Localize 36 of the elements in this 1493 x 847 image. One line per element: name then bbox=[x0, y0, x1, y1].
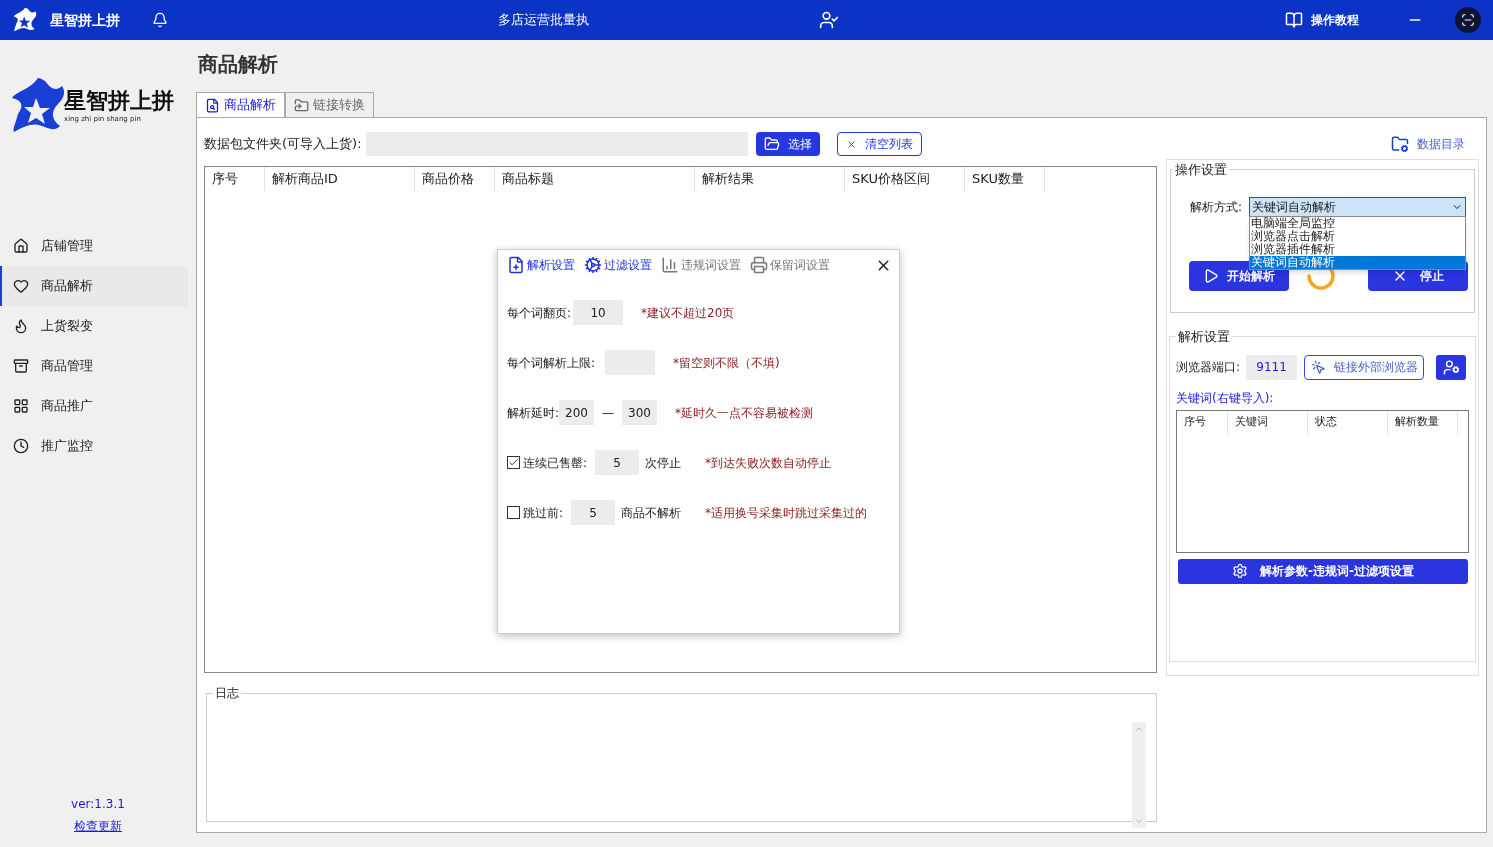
page-title: 商品解析 bbox=[198, 51, 279, 78]
port-label: 浏览器端口: bbox=[1176, 359, 1241, 376]
range-separator: — bbox=[602, 404, 615, 422]
keywords-label: 关键词(右键导入): bbox=[1176, 389, 1275, 407]
field-label: 解析延时: bbox=[507, 404, 560, 422]
hint-text: *建议不超过20页 bbox=[641, 304, 735, 322]
column-header: 关键词 bbox=[1228, 410, 1308, 435]
column-header: SKU价格区间 bbox=[845, 167, 965, 191]
hint-text: *适用换号采集时跳过采集过的 bbox=[705, 505, 868, 520]
field-label: 连续已售罄: bbox=[523, 454, 588, 472]
column-header: 解析结果 bbox=[695, 167, 845, 191]
mode-label: 解析方式: bbox=[1190, 198, 1243, 216]
field-label: 跳过前: bbox=[523, 504, 564, 522]
column-header: 状态 bbox=[1308, 410, 1388, 435]
column-header: 商品标题 bbox=[495, 167, 695, 191]
column-header: 解析商品ID bbox=[265, 167, 415, 191]
window-title: 多店运营批量执 bbox=[498, 11, 589, 30]
column-header: 解析数量 bbox=[1388, 410, 1458, 435]
app-name: 星智拼上拼 bbox=[50, 10, 120, 30]
version-label: ver:1.3.1 bbox=[71, 796, 125, 813]
field-label: 每个词翻页: bbox=[507, 304, 572, 322]
column-header: 商品价格 bbox=[415, 167, 495, 191]
hint-text: *到达失败次数自动停止 bbox=[705, 455, 832, 470]
field-label: 每个词解析上限: bbox=[507, 354, 596, 372]
logo-name: 星智拼上拼 bbox=[64, 89, 174, 112]
column-header: 序号 bbox=[1177, 410, 1228, 435]
field-suffix: 商品不解析 bbox=[621, 504, 682, 522]
folder-label: 数据包文件夹(可导入上货): bbox=[204, 135, 362, 154]
field-suffix: 次停止 bbox=[645, 454, 682, 472]
hint-text: *留空则不限（不填) bbox=[673, 354, 780, 372]
column-header: SKU数量 bbox=[965, 167, 1045, 191]
group-title: 解析设置 bbox=[1177, 328, 1231, 346]
group-title: 操作设置 bbox=[1174, 161, 1228, 179]
column-header: 序号 bbox=[205, 167, 265, 191]
hint-text: *延时久一点不容易被检测 bbox=[675, 404, 814, 422]
log-title: 日志 bbox=[214, 685, 240, 702]
